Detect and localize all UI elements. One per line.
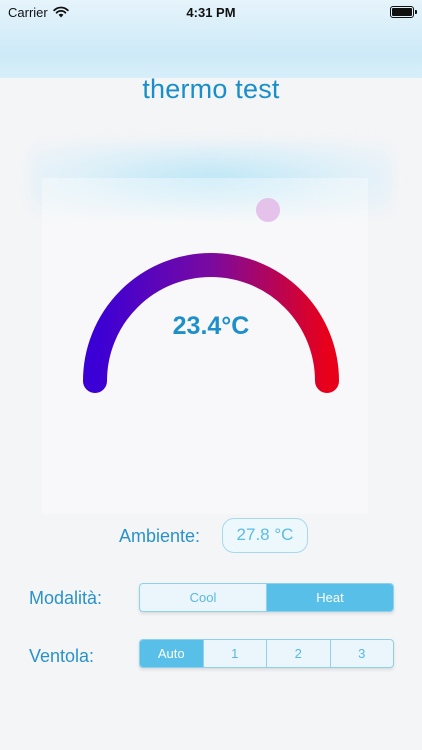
fan-option-1[interactable]: 1 bbox=[204, 640, 267, 667]
battery-level bbox=[392, 8, 412, 16]
battery-icon bbox=[390, 6, 417, 18]
thermostat-dial[interactable] bbox=[60, 176, 362, 406]
setpoint-temperature: 23.4°C bbox=[172, 312, 250, 340]
fan-option-2[interactable]: 2 bbox=[267, 640, 331, 667]
fan-option-3[interactable]: 3 bbox=[331, 640, 394, 667]
fan-option-auto[interactable]: Auto bbox=[140, 640, 204, 667]
status-time: 4:31 PM bbox=[186, 4, 236, 20]
mode-label: Modalità: bbox=[29, 588, 103, 608]
dial-knob[interactable] bbox=[256, 198, 280, 222]
ambient-temperature-badge: 27.8 °C bbox=[222, 518, 308, 553]
page-title: thermo test bbox=[142, 74, 280, 104]
mode-segmented-control[interactable]: Cool Heat bbox=[139, 583, 394, 612]
mode-option-heat[interactable]: Heat bbox=[267, 584, 393, 611]
fan-segmented-control[interactable]: Auto 1 2 3 bbox=[139, 639, 394, 668]
status-bar: Carrier 4:31 PM bbox=[0, 0, 422, 24]
fan-label: Ventola: bbox=[29, 646, 95, 666]
ambient-label: Ambiente: bbox=[119, 526, 201, 546]
mode-option-cool[interactable]: Cool bbox=[140, 584, 267, 611]
